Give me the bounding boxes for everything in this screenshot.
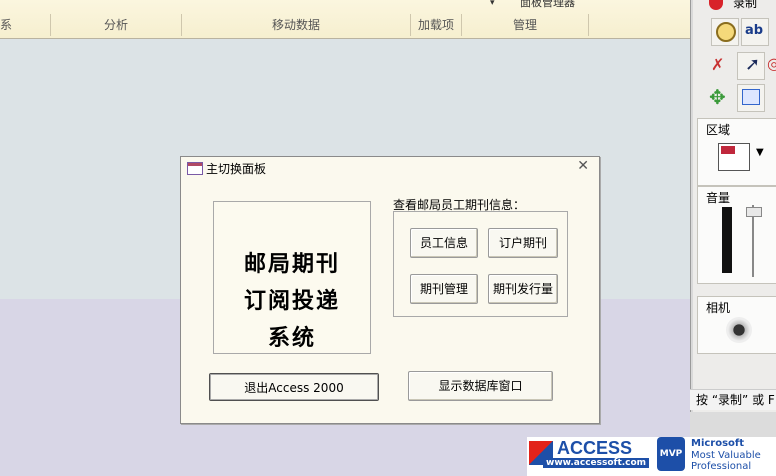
close-icon[interactable]: ✕	[577, 158, 589, 174]
ribbon-group-system[interactable]: 系	[0, 14, 51, 36]
move-icon[interactable]: ✥	[709, 85, 726, 109]
mvp-badge: MVP	[657, 437, 685, 471]
dropdown-arrow-icon: ▾	[490, 0, 495, 8]
volume-meter	[722, 207, 732, 273]
timer-icon[interactable]	[711, 18, 739, 46]
volume-slider-thumb[interactable]	[746, 207, 762, 217]
text-tool-icon[interactable]: ab	[741, 18, 769, 46]
ribbon-group-addins-label: 加载项	[417, 18, 454, 32]
access-logo-text: ACCESS	[557, 438, 633, 458]
volume-section: 音量	[697, 186, 776, 284]
ms-line-2: Most Valuable	[691, 450, 761, 461]
volume-label: 音量	[706, 191, 731, 205]
journal-management-button[interactable]: 期刊管理	[410, 274, 478, 304]
employee-info-button[interactable]: 员工信息	[410, 228, 478, 258]
logo-area: ACCESS www.accessoft.com MVP Microsoft M…	[527, 437, 776, 476]
webcam-icon[interactable]	[726, 317, 752, 343]
record-label[interactable]: 录制	[733, 0, 757, 11]
toolbox-row-2: ✗ ➚ ◎	[697, 52, 776, 80]
toolbox-row-3: ✥	[697, 84, 776, 112]
form-icon	[187, 162, 203, 175]
ribbon-group-manage[interactable]: 管理	[462, 14, 589, 36]
show-database-window-button[interactable]: 显示数据库窗口	[408, 371, 553, 401]
exit-access-button[interactable]: 退出Access 2000	[209, 373, 379, 401]
chevron-down-icon[interactable]: ▼	[756, 147, 764, 158]
info-button-panel: 员工信息 订户期刊 期刊管理 期刊发行量	[393, 211, 568, 317]
dialog-body: 邮局期刊 订阅投递 系统 查看邮局员工期刊信息： 员工信息 订户期刊 期刊管理 …	[181, 180, 599, 423]
ribbon-group-analysis-label: 分析	[103, 18, 128, 32]
region-label: 区域	[706, 123, 731, 137]
main-switchboard-dialog: 主切换面板 ✕ 邮局期刊 订阅投递 系统 查看邮局员工期刊信息： 员工信息 订户…	[180, 156, 600, 424]
ribbon-group-analysis[interactable]: 分析	[51, 14, 182, 36]
target-icon[interactable]: ◎	[767, 54, 776, 73]
recorder-toolbox: 录制 ab ✗ ➚ ◎ ✥ 区域 ▼ 音量 相机	[690, 0, 776, 412]
ribbon: 系 分析 移动数据 加载项 管理 面板管理器 ▾	[0, 0, 690, 39]
ribbon-group-move-data-label: 移动数据	[271, 18, 320, 32]
journal-circulation-button[interactable]: 期刊发行量	[488, 274, 558, 304]
subscriber-journal-button[interactable]: 订户期刊	[488, 228, 558, 258]
ms-line-3: Professional	[691, 461, 752, 472]
delete-cursor-icon[interactable]: ✗	[711, 55, 724, 74]
region-select-icon[interactable]	[718, 143, 750, 171]
system-title-banner: 邮局期刊 订阅投递 系统	[213, 201, 371, 354]
pointer-tool-icon[interactable]: ➚	[737, 52, 765, 80]
toolbox-row-1: ab	[697, 18, 776, 46]
dialog-title: 主切换面板	[206, 162, 267, 176]
ribbon-group-manage-label: 管理	[512, 18, 537, 32]
ribbon-group-addins[interactable]: 加载项	[411, 14, 462, 36]
ribbon-group-system-label: 系	[0, 18, 13, 32]
dialog-titlebar[interactable]: 主切换面板 ✕	[181, 157, 599, 179]
banner-line-2: 订阅投递	[243, 288, 340, 314]
zoom-window-icon[interactable]	[737, 84, 765, 112]
banner-line-3: 系统	[267, 325, 316, 351]
camera-label: 相机	[706, 301, 731, 315]
switchboard-manager-label[interactable]: 面板管理器	[520, 0, 575, 10]
region-section: 区域 ▼	[697, 118, 776, 186]
toolbox-status: 按 “录制” 或 F	[690, 389, 776, 410]
camera-section: 相机	[697, 296, 776, 354]
ribbon-group-move-data[interactable]: 移动数据	[182, 14, 411, 36]
banner-line-1: 邮局期刊	[243, 251, 340, 277]
record-icon[interactable]	[709, 0, 723, 10]
ms-line-1: Microsoft	[691, 438, 745, 449]
access-logo-url: www.accessoft.com	[543, 458, 650, 468]
